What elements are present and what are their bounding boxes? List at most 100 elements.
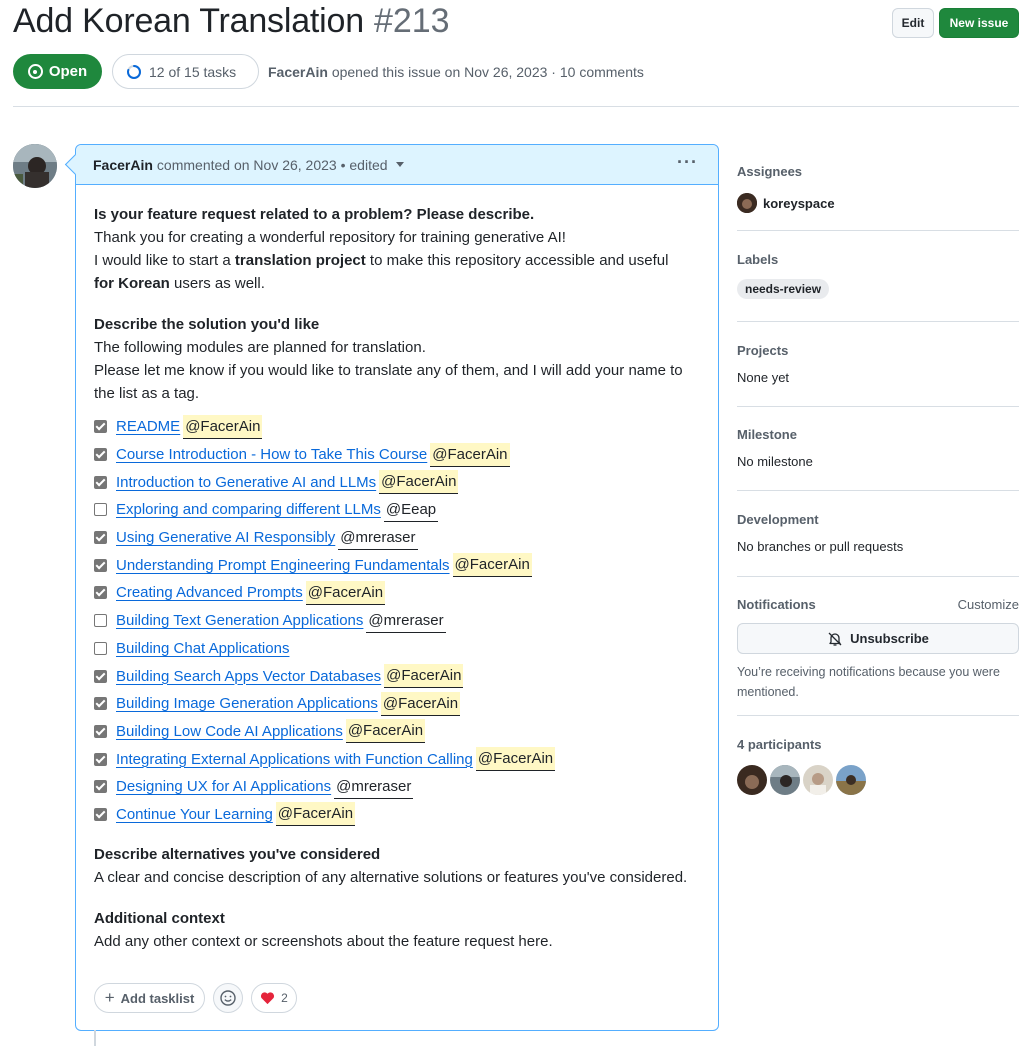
user-mention[interactable]: @mreraser (334, 775, 414, 799)
assignee-name: koreyspace (763, 195, 835, 211)
avatar[interactable] (836, 765, 866, 795)
task-link[interactable]: Integrating External Applications with F… (116, 748, 473, 771)
user-mention[interactable]: @FacerAin (183, 414, 263, 439)
task-list-item: Using Generative AI Responsibly @mreraser (94, 524, 706, 552)
task-link[interactable]: Building Image Generation Applications (116, 692, 378, 715)
task-list-item: Understanding Prompt Engineering Fundame… (94, 551, 706, 579)
task-link[interactable]: Using Generative AI Responsibly (116, 526, 335, 549)
task-link[interactable]: Introduction to Generative AI and LLMs (116, 471, 376, 494)
label-badge[interactable]: needs-review (737, 279, 830, 299)
section-heading: Additional context (94, 910, 225, 928)
add-reaction-button[interactable] (213, 983, 243, 1013)
user-mention[interactable]: @FacerAin (345, 719, 426, 744)
task-list-item: Course Introduction - How to Take This C… (94, 441, 706, 469)
avatar[interactable] (737, 765, 767, 795)
task-link[interactable]: Continue Your Learning (116, 803, 273, 826)
tasks-progress-label: 12 of 15 tasks (149, 63, 237, 80)
milestone-title[interactable]: Milestone (737, 427, 1019, 442)
assignees-section: Assignees koreyspace (737, 164, 1019, 213)
user-mention[interactable]: @FacerAin (275, 802, 356, 827)
task-link[interactable]: README (116, 415, 180, 438)
body-text: for Korean users as well. (94, 275, 265, 292)
task-checkbox[interactable] (94, 558, 107, 572)
user-mention[interactable]: @FacerAin (430, 442, 510, 467)
user-mention[interactable]: @FacerAin (379, 470, 459, 495)
task-checkbox[interactable] (94, 752, 107, 766)
sidebar-divider (737, 490, 1019, 491)
tasks-progress-pill[interactable]: 12 of 15 tasks (112, 54, 259, 89)
participants-title: 4 participants (737, 737, 822, 752)
user-mention[interactable]: @mreraser (338, 526, 418, 550)
task-checkbox[interactable] (94, 531, 107, 545)
notifications-section: Notifications Customize Unsubscribe You’… (737, 597, 1019, 702)
task-link[interactable]: Course Introduction - How to Take This C… (116, 443, 427, 466)
assignees-title[interactable]: Assignees (737, 164, 1019, 179)
task-link[interactable]: Exploring and comparing different LLMs (116, 498, 381, 521)
avatar[interactable] (13, 144, 57, 188)
user-mention[interactable]: @FacerAin (475, 747, 556, 772)
task-list-item: Designing UX for AI Applications @mrerase… (94, 773, 706, 801)
assignee-item[interactable]: koreyspace (737, 193, 1019, 213)
task-checkbox[interactable] (94, 641, 107, 655)
task-link[interactable]: Building Chat Applications (116, 637, 289, 660)
avatar (737, 193, 757, 213)
task-checkbox[interactable] (94, 669, 107, 683)
comment-body: Is your feature request related to a pro… (94, 203, 706, 971)
chevron-down-icon[interactable] (395, 162, 404, 167)
task-checkbox[interactable] (94, 697, 107, 711)
task-checkbox[interactable] (94, 614, 107, 628)
task-link[interactable]: Building Search Apps Vector Databases (116, 665, 381, 688)
task-checkbox[interactable] (94, 586, 107, 600)
avatar[interactable] (770, 765, 800, 795)
comment-author-link[interactable]: FacerAin (93, 157, 153, 173)
task-link[interactable]: Designing UX for AI Applications (116, 775, 331, 798)
labels-title[interactable]: Labels (737, 252, 1019, 267)
task-link[interactable]: Creating Advanced Prompts (116, 581, 303, 604)
new-issue-button[interactable]: New issue (939, 8, 1019, 38)
status-badge: Open (13, 54, 102, 89)
task-link[interactable]: Building Low Code AI Applications (116, 720, 343, 743)
header-divider (13, 106, 1019, 107)
user-mention[interactable]: @FacerAin (452, 553, 532, 578)
avatar[interactable] (803, 765, 833, 795)
add-tasklist-button[interactable]: + Add tasklist (94, 983, 205, 1013)
body-text: Please let me know if you would like to … (94, 362, 683, 402)
user-mention[interactable]: @FacerAin (305, 580, 386, 605)
notifications-title: Notifications (737, 597, 816, 612)
projects-title[interactable]: Projects (737, 343, 1019, 358)
task-checkbox[interactable] (94, 448, 107, 462)
task-list-item: Building Chat Applications (94, 635, 706, 663)
edit-button[interactable]: Edit (892, 8, 934, 38)
task-list-item: Building Low Code AI Applications @FacerA… (94, 718, 706, 746)
body-text: The following modules are planned for tr… (94, 339, 426, 356)
task-checkbox[interactable] (94, 807, 107, 821)
heart-reaction-button[interactable]: 2 (251, 983, 297, 1013)
development-title[interactable]: Development (737, 512, 1019, 527)
user-mention[interactable]: @mreraser (366, 609, 446, 633)
issue-comment: FacerAin commented on Nov 26, 2023 • edi… (75, 144, 719, 1031)
task-checkbox[interactable] (94, 503, 107, 517)
customize-link[interactable]: Customize (958, 597, 1019, 612)
add-tasklist-label: Add tasklist (120, 990, 195, 1006)
task-list-item: Introduction to Generative AI and LLMs @F… (94, 468, 706, 496)
task-link[interactable]: Understanding Prompt Engineering Fundame… (116, 554, 450, 577)
task-checkbox[interactable] (94, 780, 107, 794)
notification-note: You’re receiving notifications because y… (737, 665, 1000, 699)
issue-meta-text: opened this issue on Nov 26, 2023 · 10 c… (331, 64, 644, 80)
user-mention[interactable]: @Eeap (383, 498, 439, 522)
task-link[interactable]: Building Text Generation Applications (116, 609, 363, 632)
task-list-item: Integrating External Applications with F… (94, 745, 706, 773)
section-heading: Is your feature request related to a pro… (94, 206, 535, 223)
task-checkbox[interactable] (94, 475, 107, 489)
section-heading: Describe alternatives you've considered (94, 846, 381, 864)
task-checkbox[interactable] (94, 724, 107, 738)
user-mention[interactable]: @FacerAin (380, 691, 461, 716)
issue-opened-icon (27, 64, 43, 79)
issue-author-link[interactable]: FacerAin (268, 64, 328, 80)
task-checkbox[interactable] (94, 420, 107, 434)
kebab-icon[interactable]: ··· (677, 153, 698, 171)
sidebar-divider (737, 406, 1019, 407)
unsubscribe-button[interactable]: Unsubscribe (737, 623, 1019, 654)
task-list-item: Creating Advanced Prompts @FacerAin (94, 579, 706, 607)
user-mention[interactable]: @FacerAin (384, 664, 464, 689)
